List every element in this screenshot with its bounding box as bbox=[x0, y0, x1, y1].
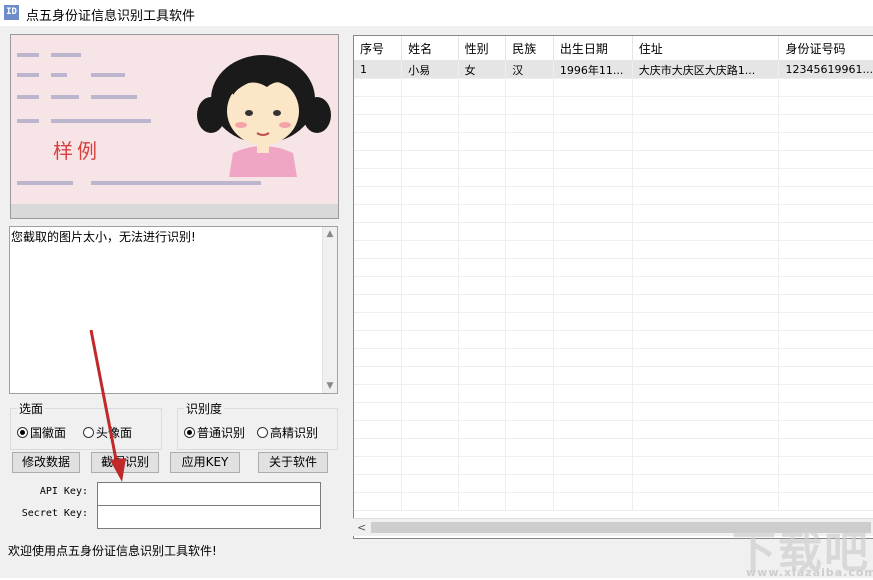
apply-key-button[interactable]: 应用KEY bbox=[170, 452, 240, 473]
empty-row bbox=[354, 348, 873, 367]
empty-row bbox=[354, 474, 873, 493]
table-cell: 12345619961... bbox=[778, 60, 873, 79]
table-header-row: 序号 姓名 性别 民族 出生日期 住址 身份证号码 bbox=[354, 36, 873, 61]
empty-row bbox=[354, 258, 873, 277]
table-cell: 1 bbox=[354, 60, 403, 79]
scroll-left-icon[interactable]: < bbox=[357, 519, 366, 536]
table-cell: 小易 bbox=[401, 60, 459, 79]
side-group-title: 选面 bbox=[17, 400, 46, 417]
radio-normal-accuracy-label: 普通识别 bbox=[197, 426, 246, 440]
radio-portrait-side-label: 头像面 bbox=[96, 426, 133, 440]
empty-row bbox=[354, 114, 873, 133]
table-cell: 女 bbox=[458, 60, 507, 79]
scroll-down-icon[interactable]: ▼ bbox=[323, 379, 337, 393]
empty-row bbox=[354, 186, 873, 205]
table-row[interactable]: 1 小易 女 汉 1996年11... 大庆市大庆区大庆路1... 123456… bbox=[354, 60, 873, 79]
column-header-name[interactable]: 姓名 bbox=[401, 36, 459, 61]
radio-unchecked-icon bbox=[257, 427, 268, 438]
portrait-image bbox=[197, 47, 332, 177]
empty-row bbox=[354, 132, 873, 151]
title-bar: ID 点五身份证信息识别工具软件 bbox=[0, 0, 873, 26]
window-title: 点五身份证信息识别工具软件 bbox=[26, 9, 196, 24]
radio-unchecked-icon bbox=[83, 427, 94, 438]
message-text: 您截取的图片太小，无法进行识别! bbox=[11, 230, 196, 244]
empty-row bbox=[354, 294, 873, 313]
empty-row bbox=[354, 456, 873, 475]
api-key-input[interactable] bbox=[97, 482, 321, 506]
captured-image-preview: 样例 bbox=[10, 34, 339, 219]
watermark-logo: 下载吧 www.xiazaiba.com bbox=[732, 527, 873, 579]
empty-row bbox=[354, 438, 873, 457]
empty-row bbox=[354, 204, 873, 223]
message-textbox[interactable]: 您截取的图片太小，无法进行识别! ▲ ▼ bbox=[9, 226, 338, 394]
status-text: 欢迎使用点五身份证信息识别工具软件! bbox=[8, 544, 217, 558]
empty-row bbox=[354, 366, 873, 385]
column-header-birthdate[interactable]: 出生日期 bbox=[553, 36, 633, 61]
radio-checked-icon bbox=[184, 427, 195, 438]
secret-key-label: Secret Key: bbox=[21, 508, 88, 519]
capture-recognize-button[interactable]: 截图识别 bbox=[91, 452, 159, 473]
empty-row bbox=[354, 492, 873, 511]
side-group: 选面 国徽面 头像面 bbox=[10, 400, 162, 450]
table-cell: 汉 bbox=[505, 60, 554, 79]
empty-row bbox=[354, 384, 873, 403]
empty-row bbox=[354, 96, 873, 115]
radio-high-accuracy-label: 高精识别 bbox=[270, 426, 319, 440]
accuracy-group-title: 识别度 bbox=[184, 400, 225, 417]
radio-normal-accuracy[interactable]: 普通识别 bbox=[184, 424, 245, 441]
empty-row bbox=[354, 330, 873, 349]
radio-portrait-side[interactable]: 头像面 bbox=[83, 424, 132, 441]
table-cell: 大庆市大庆区大庆路1... bbox=[632, 60, 780, 79]
scroll-up-icon[interactable]: ▲ bbox=[323, 227, 337, 241]
radio-high-accuracy[interactable]: 高精识别 bbox=[257, 424, 318, 441]
app-icon: ID bbox=[4, 5, 19, 20]
column-header-id-number[interactable]: 身份证号码 bbox=[778, 36, 873, 61]
column-header-gender[interactable]: 性别 bbox=[458, 36, 507, 61]
empty-row bbox=[354, 222, 873, 241]
empty-row bbox=[354, 312, 873, 331]
message-scrollbar[interactable]: ▲ ▼ bbox=[322, 227, 337, 393]
modify-data-button[interactable]: 修改数据 bbox=[12, 452, 80, 473]
accuracy-group: 识别度 普通识别 高精识别 bbox=[177, 400, 338, 450]
empty-row bbox=[354, 276, 873, 295]
empty-row bbox=[354, 240, 873, 259]
empty-row bbox=[354, 420, 873, 439]
column-header-index[interactable]: 序号 bbox=[354, 36, 403, 61]
radio-emblem-side[interactable]: 国徽面 bbox=[17, 424, 66, 441]
radio-emblem-side-label: 国徽面 bbox=[30, 426, 67, 440]
empty-row bbox=[354, 78, 873, 97]
table-cell: 1996年11... bbox=[553, 60, 633, 79]
empty-row bbox=[354, 150, 873, 169]
sample-mark: 样例 bbox=[53, 139, 101, 163]
empty-row bbox=[354, 168, 873, 187]
column-header-address[interactable]: 住址 bbox=[632, 36, 780, 61]
secret-key-input[interactable] bbox=[97, 505, 321, 529]
about-software-button[interactable]: 关于软件 bbox=[258, 452, 328, 473]
column-header-ethnicity[interactable]: 民族 bbox=[505, 36, 554, 61]
empty-row bbox=[354, 402, 873, 421]
api-key-label: API Key: bbox=[39, 486, 88, 497]
main-window: 样例 您截取的图片太小，无法进行识别! ▲ ▼ 选面 国徽面 头像面 识别度 普… bbox=[0, 26, 873, 579]
results-table[interactable]: 序号 姓名 性别 民族 出生日期 住址 身份证号码 1 小易 女 汉 1996年… bbox=[353, 35, 873, 539]
radio-checked-icon bbox=[17, 427, 28, 438]
